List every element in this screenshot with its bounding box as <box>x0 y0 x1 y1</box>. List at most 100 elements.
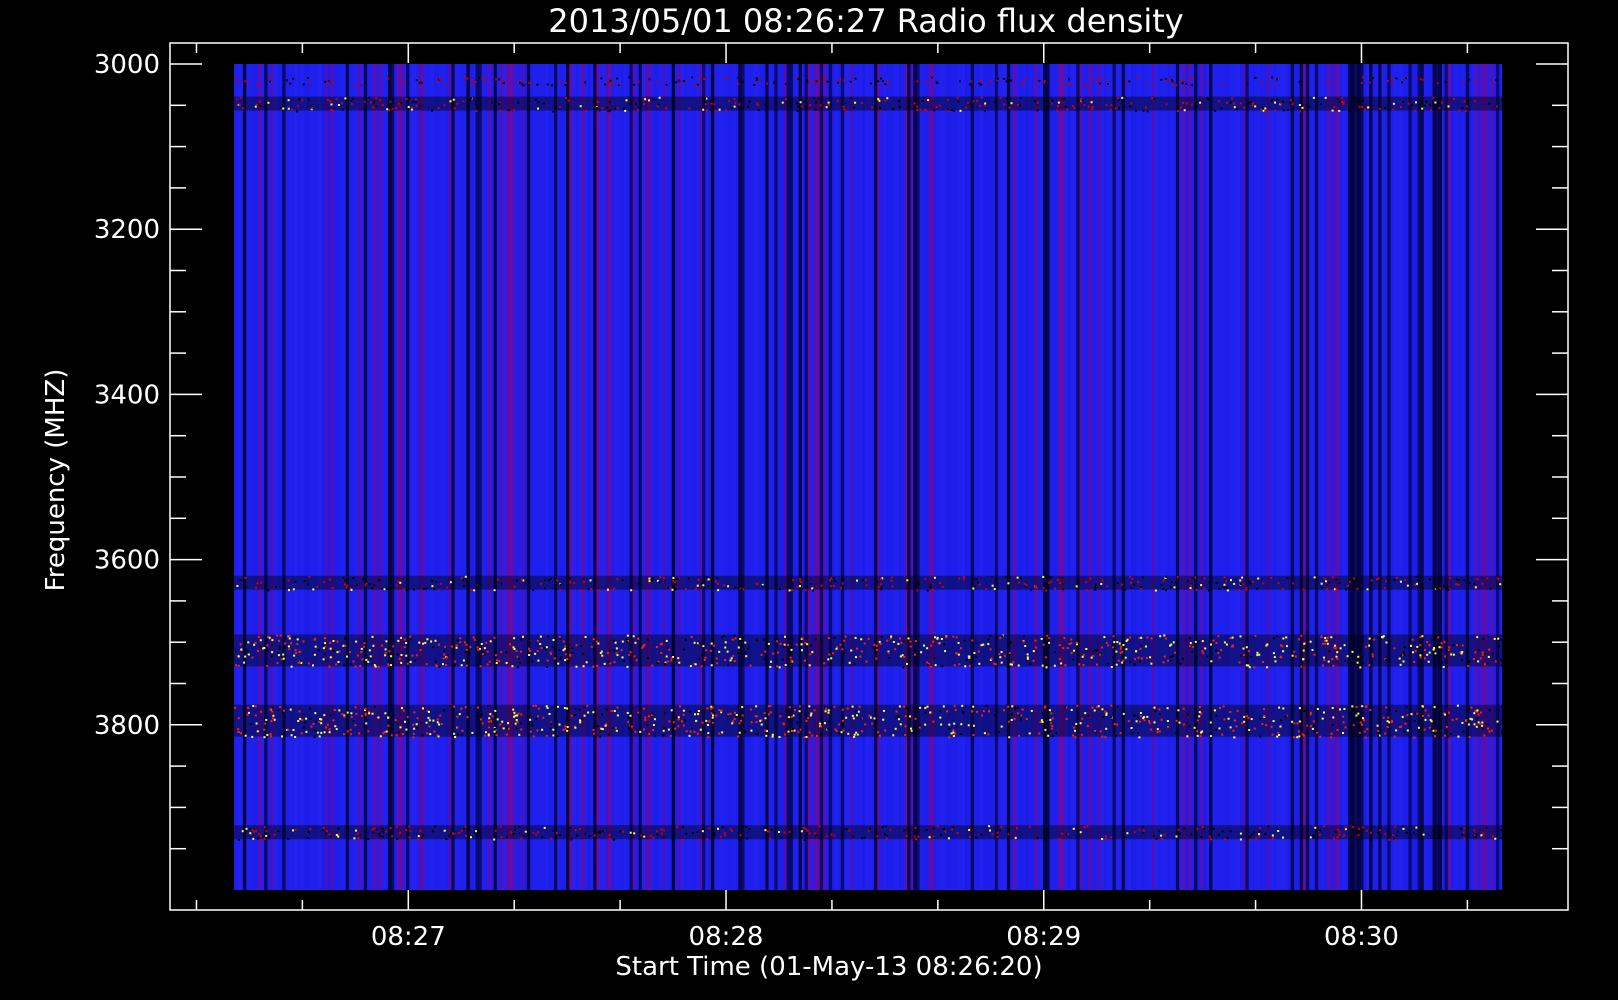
band-pixel <box>1481 651 1484 654</box>
band-pixel <box>996 825 999 828</box>
band-pixel <box>1461 650 1464 653</box>
band-pixel <box>598 589 600 592</box>
band-pixel <box>1044 838 1047 841</box>
band-pixel <box>816 734 818 737</box>
band-pixel <box>1415 101 1417 104</box>
band-pixel <box>1182 723 1185 726</box>
band-pixel <box>794 709 796 712</box>
band-pixel <box>868 714 871 717</box>
band-pixel <box>1407 102 1410 105</box>
band-pixel <box>671 588 674 591</box>
band-pixel <box>607 110 610 113</box>
band-pixel <box>532 735 535 738</box>
band-pixel <box>364 708 367 711</box>
band-pixel <box>513 637 516 640</box>
band-pixel <box>1378 829 1381 832</box>
heatmap-column <box>439 64 443 890</box>
band-pixel <box>550 722 553 725</box>
band-pixel <box>255 586 257 589</box>
band-pixel <box>1140 657 1143 660</box>
band-pixel <box>1079 98 1082 101</box>
band-pixel <box>865 660 868 663</box>
heatmap-column <box>300 64 304 890</box>
band-pixel <box>1194 724 1197 727</box>
band-pixel <box>1186 735 1189 738</box>
band-pixel <box>466 716 469 719</box>
band-pixel <box>1149 656 1152 659</box>
band-pixel <box>1075 641 1078 644</box>
heatmap-column <box>868 64 872 890</box>
band-pixel <box>1404 578 1407 581</box>
band-pixel <box>1014 708 1017 711</box>
heatmap-column <box>590 64 594 890</box>
heatmap-column <box>554 64 558 890</box>
heatmap-column <box>557 64 561 890</box>
band-pixel <box>1258 830 1261 833</box>
band-pixel <box>381 835 384 838</box>
band-pixel <box>1271 834 1274 837</box>
band-pixel <box>1196 734 1199 737</box>
band-pixel <box>789 656 792 659</box>
band-pixel <box>251 656 254 659</box>
band-pixel <box>281 711 284 714</box>
heatmap-column <box>1471 64 1476 890</box>
band-pixel <box>445 838 448 841</box>
band-pixel <box>741 706 744 709</box>
band-pixel <box>665 83 668 86</box>
x-axis-label: Start Time (01-May-13 08:26:20) <box>615 952 1042 982</box>
band-pixel <box>238 81 240 84</box>
heatmap-column <box>810 64 815 890</box>
band-pixel <box>741 825 743 828</box>
band-pixel <box>688 107 691 110</box>
band-pixel <box>1358 105 1361 108</box>
band-pixel <box>1427 714 1430 717</box>
band-pixel <box>1414 109 1417 112</box>
band-pixel <box>296 643 299 646</box>
band-pixel <box>470 79 473 82</box>
band-pixel <box>1200 836 1203 839</box>
band-pixel <box>1194 640 1197 643</box>
band-pixel <box>1319 735 1322 738</box>
band-pixel <box>1007 582 1010 585</box>
band-pixel <box>1414 650 1417 653</box>
heatmap-column <box>967 64 972 890</box>
heatmap-column <box>614 64 618 890</box>
band-pixel <box>737 832 740 835</box>
band-pixel <box>1077 640 1080 643</box>
band-pixel <box>537 707 540 710</box>
band-pixel <box>329 714 332 717</box>
band-pixel <box>1430 720 1433 723</box>
band-pixel <box>729 659 732 662</box>
band-pixel <box>1172 641 1175 644</box>
heatmap-column <box>858 64 863 890</box>
heatmap-column <box>1456 64 1461 890</box>
band-pixel <box>873 717 876 720</box>
band-pixel <box>1115 663 1118 666</box>
band-pixel <box>437 643 440 646</box>
band-pixel <box>959 109 962 112</box>
band-pixel <box>487 705 489 707</box>
band-pixel <box>724 659 727 661</box>
band-pixel <box>436 718 439 721</box>
band-pixel <box>1231 645 1233 648</box>
band-pixel <box>916 589 919 592</box>
band-pixel <box>1369 838 1372 841</box>
band-pixel <box>1085 648 1088 650</box>
heatmap-column <box>720 64 724 890</box>
band-pixel <box>1453 98 1456 101</box>
band-pixel <box>724 646 727 649</box>
band-pixel <box>448 834 451 837</box>
band-pixel <box>926 589 929 592</box>
band-pixel <box>1053 664 1056 667</box>
band-pixel <box>1473 712 1476 715</box>
band-pixel <box>531 722 534 725</box>
band-pixel <box>1025 583 1028 586</box>
band-pixel <box>898 100 901 103</box>
band-pixel <box>1215 642 1218 644</box>
band-pixel <box>704 103 707 106</box>
band-pixel <box>814 638 817 641</box>
band-pixel <box>879 642 882 645</box>
band-pixel <box>1369 709 1372 711</box>
band-pixel <box>1476 636 1479 639</box>
band-pixel <box>236 98 239 101</box>
